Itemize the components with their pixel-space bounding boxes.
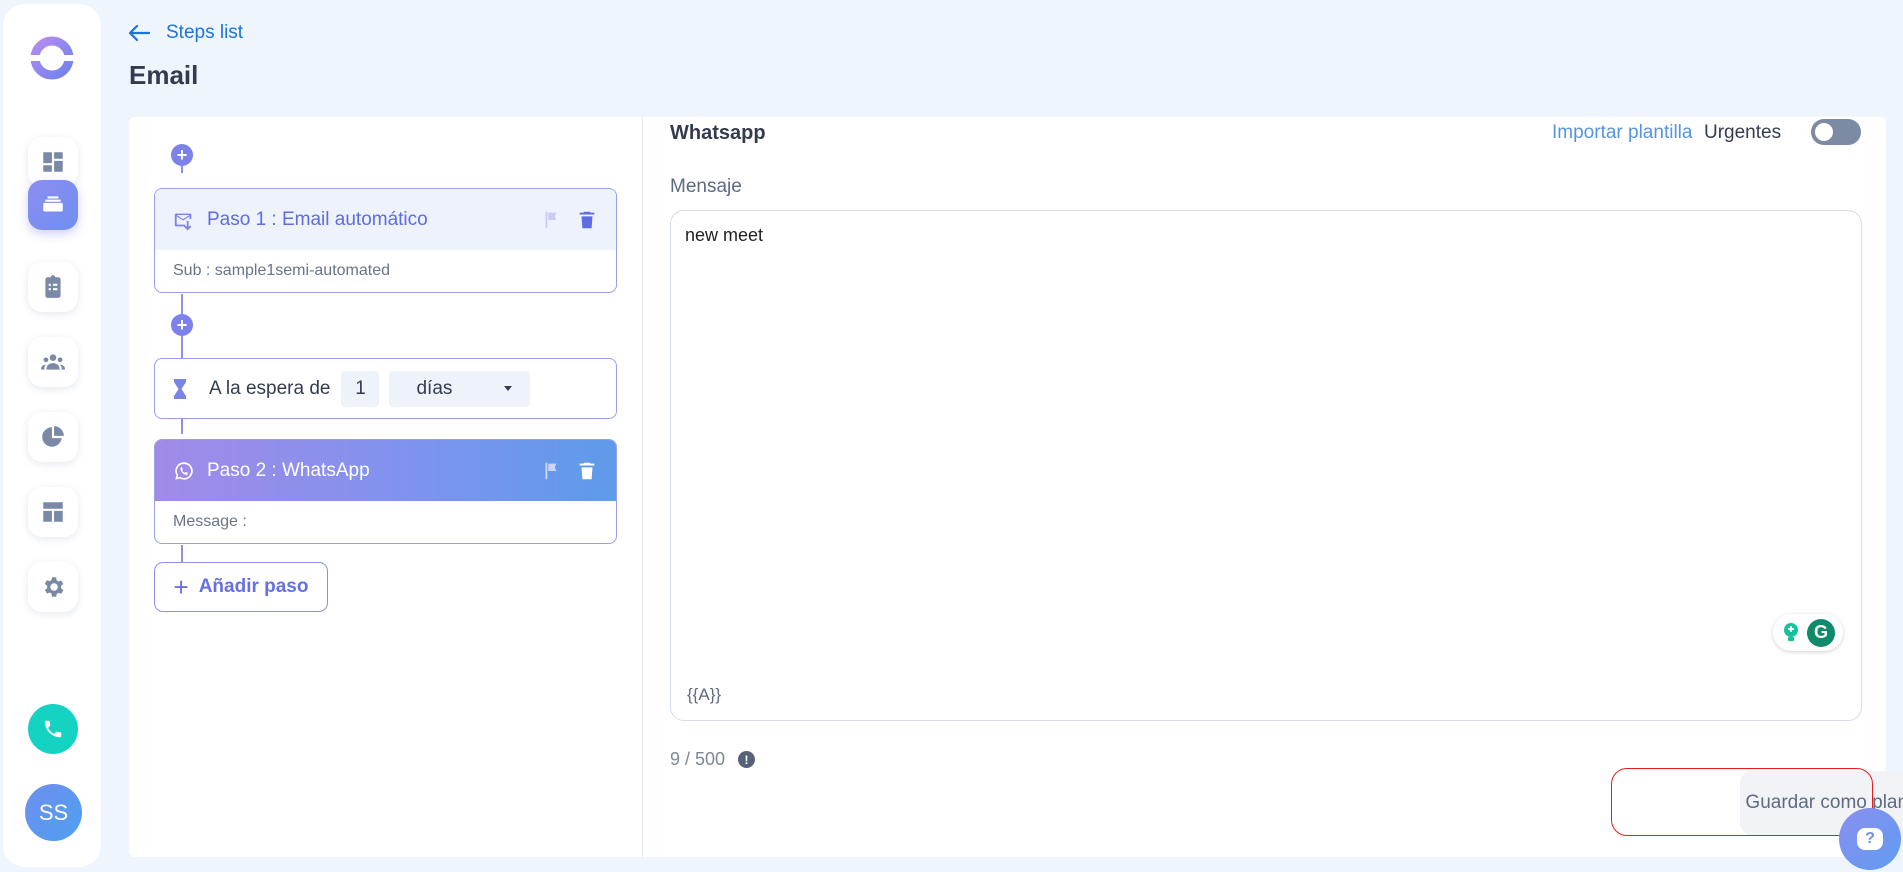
page-title: Email bbox=[129, 60, 199, 90]
info-icon[interactable]: ! bbox=[738, 751, 756, 768]
wait-label: A la espera de bbox=[209, 377, 331, 399]
step-card-2[interactable]: Paso 2 : WhatsApp Message : bbox=[154, 439, 617, 544]
step-subtitle: Message : bbox=[173, 513, 247, 530]
whatsapp-icon bbox=[173, 460, 195, 482]
add-step-button[interactable]: + Añadir paso bbox=[154, 562, 328, 612]
wait-step: A la espera de 1 días bbox=[154, 358, 617, 419]
step-title: Paso 2 : WhatsApp bbox=[207, 459, 370, 481]
trash-icon[interactable] bbox=[576, 460, 598, 482]
urgent-toggle[interactable] bbox=[1811, 119, 1861, 145]
step-title: Paso 1 : Email automático bbox=[207, 208, 428, 230]
app-logo[interactable] bbox=[29, 35, 75, 81]
wait-value-input[interactable]: 1 bbox=[341, 370, 380, 407]
flag-icon[interactable] bbox=[540, 209, 562, 231]
step-header: Paso 1 : Email automático bbox=[155, 189, 616, 250]
add-step-label: Añadir paso bbox=[198, 576, 309, 597]
grammarly-icon: G bbox=[1807, 618, 1835, 647]
trash-icon[interactable] bbox=[576, 209, 598, 231]
layers-icon bbox=[43, 196, 63, 212]
character-counter: 9 / 500 ! bbox=[670, 749, 756, 770]
layout-icon bbox=[43, 502, 63, 522]
grammarly-widget[interactable]: G bbox=[1773, 614, 1843, 651]
avatar[interactable]: SS bbox=[25, 784, 82, 841]
message-text: new meet bbox=[685, 225, 764, 245]
message-label: Mensaje bbox=[670, 176, 742, 197]
people-icon bbox=[41, 354, 65, 370]
sidebar: SS bbox=[3, 4, 101, 867]
nav-tasks[interactable] bbox=[28, 262, 78, 312]
urgent-label: Urgentes bbox=[1704, 122, 1782, 143]
help-icon: ? bbox=[1857, 828, 1883, 850]
channel-title: Whatsapp bbox=[670, 122, 766, 144]
lightbulb-icon bbox=[1784, 622, 1798, 641]
insert-step-button[interactable]: + bbox=[171, 144, 193, 166]
message-editor: Whatsapp Importar plantilla Urgentes Men… bbox=[670, 117, 1903, 857]
plus-icon: + bbox=[173, 572, 189, 602]
step-card-1[interactable]: Paso 1 : Email automático Sub : sample1s… bbox=[154, 188, 617, 293]
counter-value: 9 / 500 bbox=[670, 749, 726, 769]
wait-unit-value: días bbox=[416, 377, 453, 399]
gear-icon bbox=[44, 577, 64, 597]
timeline-connector bbox=[181, 419, 183, 434]
phone-icon bbox=[44, 720, 62, 738]
step-header: Paso 2 : WhatsApp bbox=[155, 440, 616, 501]
email-auto-icon bbox=[173, 209, 195, 231]
help-chat-button[interactable]: ? bbox=[1839, 808, 1901, 870]
steps-timeline: + Paso 1 : Email automático Sub : sample… bbox=[129, 117, 643, 857]
nav-templates[interactable] bbox=[28, 487, 78, 537]
variable-tag[interactable]: {{A}} bbox=[687, 685, 721, 705]
back-to-steps-link[interactable]: Steps list bbox=[128, 22, 243, 44]
arrow-left-icon bbox=[128, 24, 150, 42]
wait-unit-select[interactable]: días bbox=[389, 370, 531, 407]
pie-chart-icon bbox=[42, 426, 64, 447]
timeline-connector bbox=[181, 545, 183, 562]
clipboard-icon bbox=[45, 275, 61, 298]
nav-settings[interactable] bbox=[28, 562, 78, 612]
message-textarea[interactable]: new meet G {{A}} bbox=[670, 210, 1862, 721]
flag-icon[interactable] bbox=[540, 460, 562, 482]
import-template-link[interactable]: Importar plantilla bbox=[1552, 122, 1692, 144]
hourglass-icon bbox=[171, 378, 189, 400]
main-panel: + Paso 1 : Email automático Sub : sample… bbox=[129, 117, 1903, 857]
insert-step-button[interactable]: + bbox=[171, 314, 193, 336]
nav-contacts[interactable] bbox=[28, 337, 78, 387]
caret-down-icon bbox=[504, 386, 513, 391]
dashboard-icon bbox=[43, 152, 63, 172]
back-link-label: Steps list bbox=[166, 22, 244, 43]
step-subtitle: Sub : sample1semi-automated bbox=[173, 262, 390, 279]
nav-reports[interactable] bbox=[28, 412, 78, 462]
nav-sequences[interactable] bbox=[28, 180, 78, 230]
call-button[interactable] bbox=[28, 704, 78, 754]
